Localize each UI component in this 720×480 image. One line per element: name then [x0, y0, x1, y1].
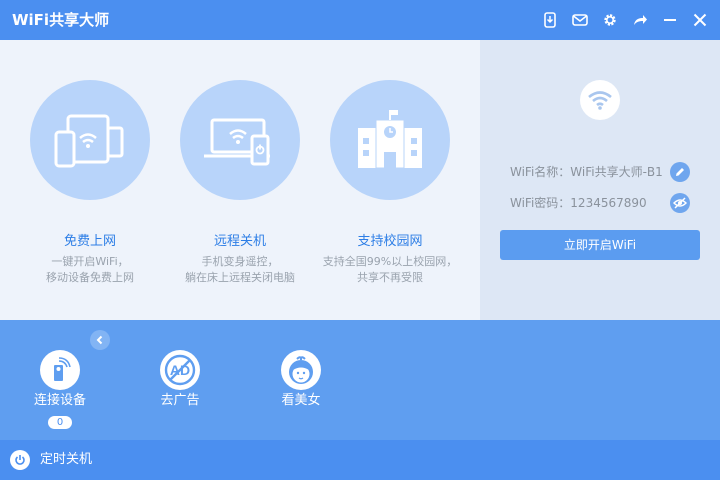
devices-icon [30, 80, 150, 200]
tool-label: 连接设备 [33, 393, 86, 408]
wifi-icon [580, 80, 620, 120]
feature-title: 免费上网 [63, 234, 116, 249]
feature-desc: 支持全国99%以上校园网， 共享不再受限 [322, 255, 458, 284]
device-count-badge: 0 [48, 416, 72, 429]
edit-icon[interactable] [670, 162, 690, 182]
share-icon[interactable] [630, 10, 650, 30]
wifi-name: WiFi名称：WiFi共享大师-B1 [510, 165, 663, 179]
feature-desc: 一键开启WiFi， 移动设备免费上网 [46, 255, 134, 284]
eye-hide-icon[interactable] [670, 193, 690, 213]
feature-title: 远程关机 [213, 234, 266, 249]
device-touch-icon [40, 350, 80, 390]
start-wifi-button[interactable]: 立即开启WiFi [500, 230, 700, 260]
feature-desc: 手机变身遥控， 躺在床上远程关闭电脑 [185, 255, 295, 284]
chevron-left-icon[interactable] [90, 330, 110, 350]
mail-icon[interactable] [570, 10, 590, 30]
school-icon [330, 80, 450, 200]
girl-face-icon [281, 350, 321, 390]
no-ad-icon: AD [160, 350, 200, 390]
tool-label: 看美女 [281, 393, 321, 408]
footer-bar [0, 440, 720, 480]
tool-beauty[interactable]: 看美女 [261, 350, 341, 409]
feature-free-internet[interactable]: 免费上网 一键开启WiFi， 移动设备免费上网 [10, 80, 170, 286]
phone-download-icon[interactable] [540, 10, 560, 30]
power-icon[interactable] [10, 450, 30, 470]
feature-remote-shutdown[interactable]: 远程关机 手机变身遥控， 躺在床上远程关闭电脑 [160, 80, 320, 286]
gear-icon[interactable] [600, 10, 620, 30]
tool-label: 去广告 [160, 393, 200, 408]
feature-campus-network[interactable]: 支持校园网 支持全国99%以上校园网， 共享不再受限 [310, 80, 470, 286]
scheduled-shutdown-label[interactable]: 定时关机 [40, 452, 92, 468]
app-title: WiFi共享大师 [12, 11, 110, 29]
laptop-phone-icon [180, 80, 300, 200]
feature-title: 支持校园网 [357, 234, 423, 249]
close-icon[interactable] [690, 10, 710, 30]
tool-remove-ads[interactable]: AD 去广告 [140, 350, 220, 409]
tool-connected-devices[interactable]: 连接设备 [20, 350, 100, 409]
minimize-icon[interactable] [660, 10, 680, 30]
wifi-password: WiFi密码：1234567890 [510, 196, 647, 210]
